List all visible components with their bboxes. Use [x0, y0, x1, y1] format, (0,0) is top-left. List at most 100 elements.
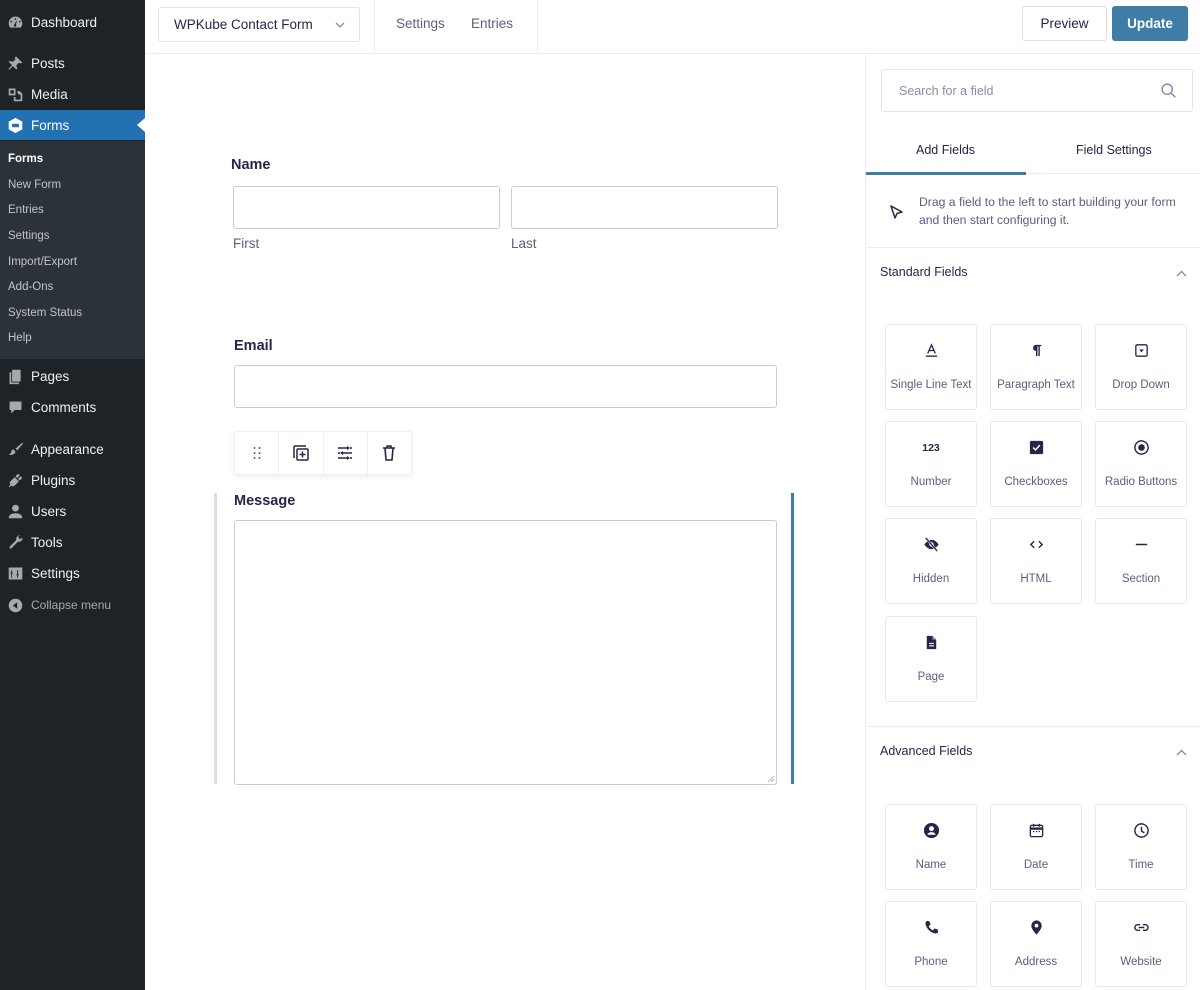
field-tile-address[interactable]: Address	[990, 901, 1082, 987]
first-name-input[interactable]	[233, 186, 500, 229]
tab-add-fields[interactable]: Add Fields	[916, 143, 975, 157]
checkbox-icon	[1029, 440, 1043, 455]
preview-button[interactable]: Preview	[1022, 6, 1107, 41]
submenu-new-form[interactable]: New Form	[8, 179, 61, 191]
menu-item-pages[interactable]: Pages	[0, 361, 145, 391]
submenu-import-export[interactable]: Import/Export	[8, 256, 77, 268]
first-sublabel: First	[233, 236, 260, 251]
field-search-input[interactable]: Search for a field	[881, 69, 1193, 112]
menu-label: Pages	[31, 368, 70, 384]
field-tile-date[interactable]: Date	[990, 804, 1082, 890]
submenu-add-ons[interactable]: Add-Ons	[8, 281, 53, 293]
chevron-up-icon[interactable]	[1175, 267, 1188, 280]
menu-item-comments[interactable]: Comments	[0, 392, 145, 422]
menu-label: Posts	[31, 55, 65, 71]
settings-link[interactable]: Settings	[396, 16, 445, 31]
trash-icon	[383, 445, 396, 461]
plugin-icon	[5, 470, 25, 490]
field-tile-phone[interactable]: Phone	[885, 901, 977, 987]
paragraph-icon	[1032, 344, 1041, 357]
menu-label: Settings	[31, 565, 80, 581]
advanced-fields-toggle[interactable]: Advanced Fields	[880, 744, 972, 758]
menu-item-tools[interactable]: Tools	[0, 527, 145, 557]
forms-icon	[5, 115, 25, 135]
pin-icon	[5, 53, 25, 73]
field-tile-page[interactable]: Page	[885, 616, 977, 702]
drag-handle-button[interactable]	[235, 432, 280, 474]
duplicate-field-button[interactable]	[279, 432, 324, 474]
brush-icon	[5, 439, 25, 459]
field-tile-time[interactable]: Time	[1095, 804, 1187, 890]
menu-item-forms[interactable]: Forms	[0, 110, 145, 140]
link-icon	[1133, 923, 1149, 932]
user-icon	[5, 501, 25, 521]
menu-item-settings[interactable]: Settings	[0, 558, 145, 588]
update-button[interactable]: Update	[1112, 6, 1188, 41]
radio-icon	[1133, 440, 1149, 455]
tab-field-settings[interactable]: Field Settings	[1076, 143, 1152, 157]
menu-item-posts[interactable]: Posts	[0, 48, 145, 78]
field-tile-website[interactable]: Website	[1095, 901, 1187, 987]
message-textarea[interactable]	[234, 520, 777, 785]
menu-item-plugins[interactable]: Plugins	[0, 465, 145, 495]
field-tile-section[interactable]: Section	[1095, 518, 1187, 604]
comment-icon	[5, 397, 25, 417]
section-icon	[1135, 543, 1147, 546]
submenu-forms[interactable]: Forms	[8, 153, 43, 165]
selection-indicator-right	[791, 493, 794, 784]
field-tile-html[interactable]: HTML	[990, 518, 1082, 604]
divider	[374, 0, 375, 54]
email-input[interactable]	[234, 365, 777, 408]
submenu-system-status[interactable]: System Status	[8, 307, 82, 319]
submenu-settings[interactable]: Settings	[8, 230, 50, 242]
menu-label: Media	[31, 86, 68, 102]
collapse-menu-button[interactable]: Collapse menu	[0, 590, 145, 620]
last-sublabel: Last	[511, 236, 537, 251]
menu-item-users[interactable]: Users	[0, 496, 145, 526]
sliders-icon	[338, 446, 353, 460]
field-tile-paragraph-text[interactable]: Paragraph Text	[990, 324, 1082, 410]
calendar-icon	[1029, 823, 1043, 838]
clock-icon	[1133, 823, 1149, 838]
delete-field-button[interactable]	[368, 432, 411, 474]
field-tile-name[interactable]: Name	[885, 804, 977, 890]
field-tile-hidden[interactable]: Hidden	[885, 518, 977, 604]
wrench-icon	[5, 532, 25, 552]
menu-label: Collapse menu	[31, 598, 112, 612]
settings-icon	[5, 563, 25, 583]
field-settings-button[interactable]	[324, 432, 368, 474]
field-tile-single-line-text[interactable]: Single Line Text	[885, 324, 977, 410]
chevron-up-icon[interactable]	[1175, 746, 1188, 759]
search-icon[interactable]	[1160, 82, 1177, 99]
message-field-label: Message	[234, 493, 296, 509]
code-icon	[1029, 540, 1043, 549]
entries-link[interactable]: Entries	[471, 16, 513, 31]
admin-sidebar: Dashboard Posts Media Forms Forms New Fo…	[0, 0, 145, 990]
submenu-help[interactable]: Help	[8, 332, 32, 344]
form-selector[interactable]: WPKube Contact Form	[158, 7, 360, 42]
drag-hint-text: Drag a field to the left to start buildi…	[919, 195, 1176, 227]
text-icon	[925, 343, 937, 357]
field-tile-drop-down[interactable]: Drop Down	[1095, 324, 1187, 410]
email-field-label: Email	[234, 338, 273, 354]
menu-item-appearance[interactable]: Appearance	[0, 434, 145, 464]
menu-label: Plugins	[31, 472, 76, 488]
menu-item-media[interactable]: Media	[0, 79, 145, 109]
drag-handle-icon	[253, 447, 261, 459]
phone-icon	[924, 920, 938, 934]
submenu-entries[interactable]: Entries	[8, 204, 44, 216]
field-tile-number[interactable]: 123 Number	[885, 421, 977, 507]
pages-icon	[5, 366, 25, 386]
last-name-input[interactable]	[511, 186, 778, 229]
menu-item-dashboard[interactable]: Dashboard	[0, 7, 145, 37]
cursor-icon	[890, 205, 903, 219]
form-editor-topbar: WPKube Contact Form Settings Entries Pre…	[145, 0, 1200, 54]
standard-fields-toggle[interactable]: Standard Fields	[880, 265, 968, 279]
form-canvas: Name First Last Email Message	[145, 55, 865, 990]
chevron-down-icon	[335, 22, 345, 28]
resize-handle-icon[interactable]	[767, 775, 774, 782]
field-tile-checkboxes[interactable]: Checkboxes	[990, 421, 1082, 507]
duplicate-icon	[293, 445, 309, 461]
field-tile-radio-buttons[interactable]: Radio Buttons	[1095, 421, 1187, 507]
number-icon: 123	[922, 442, 940, 454]
